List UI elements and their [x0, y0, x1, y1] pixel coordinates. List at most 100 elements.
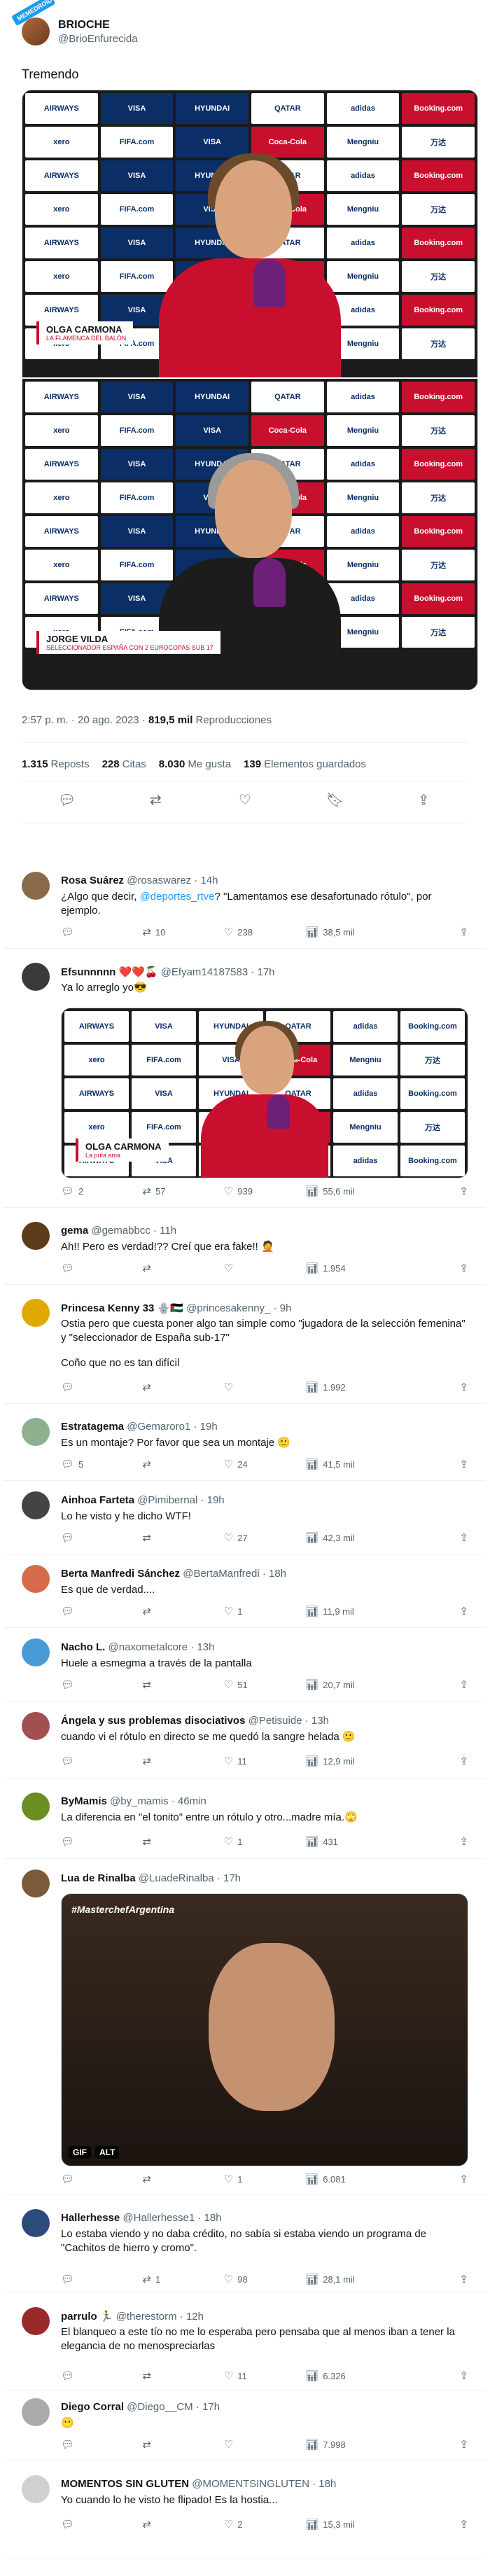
repost-button[interactable]: ⇄ — [142, 1678, 223, 1691]
reply-button[interactable]: 💬︎ — [61, 1531, 142, 1544]
repost-button[interactable]: ⇄ — [142, 1605, 223, 1617]
repost-button[interactable]: ⇄ — [142, 2173, 223, 2185]
views-button[interactable]: 📊︎ 20,7 mil — [305, 1678, 386, 1691]
like-button[interactable]: ♡ 2 — [224, 2518, 305, 2530]
avatar[interactable] — [22, 2475, 50, 2503]
saves-stat[interactable]: 139 Elementos guardados — [244, 758, 366, 770]
reply-tweet[interactable]: Ainhoa Farteta @Pimibernal · 19h Lo he vi… — [4, 1491, 486, 1554]
avatar[interactable] — [22, 1792, 50, 1820]
share-icon[interactable]: ⇪ — [459, 1262, 468, 1274]
avatar[interactable] — [22, 1222, 50, 1250]
reply-author-name[interactable]: Lua de Rinalba — [61, 1872, 136, 1884]
reply-author-handle[interactable]: @rosaswarez · 14h — [124, 875, 218, 886]
media-image-1[interactable]: AIRWAYS VISA HYUNDAI QATAR adidas Booking.com… — [22, 90, 477, 377]
share-icon[interactable]: ⇪ — [415, 791, 432, 809]
reply-button[interactable]: 💬︎ — [61, 1835, 142, 1848]
views-button[interactable]: 📊︎ 15,3 mil — [305, 2518, 386, 2530]
reply-author-name[interactable]: parrulo 🏃‍♂️ — [61, 2311, 113, 2323]
reply-author-name[interactable]: Rosa Suárez — [61, 875, 124, 886]
reply-author-name[interactable]: Berta Manfredi Sánchez — [61, 1568, 180, 1580]
likes-stat[interactable]: 8.030 Me gusta — [159, 758, 231, 770]
reply-tweet[interactable]: MOMENTOS SIN GLUTEN @MOMENTSINGLUTEN · 1… — [4, 2475, 486, 2559]
repost-button[interactable]: ⇄ 57 — [142, 1185, 223, 1197]
avatar[interactable] — [22, 963, 50, 991]
share-icon[interactable]: ⇪ — [459, 1458, 468, 1470]
like-icon[interactable]: ♡ — [237, 791, 253, 809]
media-image-2[interactable]: AIRWAYS VISA HYUNDAI QATAR adidas Booking.com… — [22, 379, 477, 690]
tweet-date[interactable]: 20 ago. 2023 — [78, 714, 139, 726]
avatar[interactable] — [22, 2398, 50, 2426]
avatar[interactable] — [22, 1870, 50, 1898]
like-button[interactable]: ♡ 1 — [224, 1835, 305, 1848]
views-button[interactable]: 📊︎ 6.081 — [305, 2173, 386, 2185]
reply-button[interactable]: 💬︎ 5 — [61, 1458, 142, 1470]
reply-author-handle[interactable]: @Efyam14187583 · 17h — [158, 966, 275, 978]
repost-button[interactable]: ⇄ — [142, 2518, 223, 2530]
author-name[interactable]: BRIOCHE — [58, 19, 138, 32]
reply-tweet[interactable]: Diego Corral @Diego__CM · 17h 😶 💬︎ ⇄ ♡ 📊︎ 7.99… — [4, 2398, 486, 2461]
reply-tweet[interactable]: Lua de Rinalba @LuadeRinalba · 17h #Maste… — [4, 1870, 486, 2195]
share-icon[interactable]: ⇪ — [459, 2273, 468, 2285]
share-icon[interactable]: ⇪ — [459, 1185, 468, 1197]
reply-author-handle[interactable]: @Hallerhesse1 · 18h — [120, 2212, 221, 2224]
like-button[interactable]: ♡ 27 — [224, 1531, 305, 1544]
avatar[interactable] — [22, 1299, 50, 1327]
author-handle[interactable]: @BrioEnfurecida — [58, 33, 138, 45]
reply-tweet[interactable]: parrulo 🏃‍♂️ @therestorm · 12h El blanque… — [4, 2307, 486, 2391]
reply-gif[interactable]: #MasterchefArgentina GIF ALT — [61, 1893, 468, 2166]
like-button[interactable]: ♡ 51 — [224, 1678, 305, 1691]
share-icon[interactable]: ⇪ — [459, 2518, 468, 2530]
reply-button[interactable]: 💬︎ — [61, 2518, 142, 2530]
reply-author-name[interactable]: Efsunnnnn ❤️❤️🍒 — [61, 966, 158, 978]
reply-tweet[interactable]: Efsunnnnn ❤️❤️🍒 @Efyam14187583 · 17h Ya l… — [4, 963, 486, 1208]
share-icon[interactable]: ⇪ — [459, 2438, 468, 2451]
like-button[interactable]: ♡ 98 — [224, 2273, 305, 2285]
share-icon[interactable]: ⇪ — [459, 1531, 468, 1544]
reply-button[interactable]: 💬︎ — [61, 1605, 142, 1617]
reply-author-handle[interactable]: @MOMENTSINGLUTEN · 18h — [189, 2478, 336, 2490]
reply-button[interactable]: 💬︎ — [61, 1262, 142, 1274]
reply-icon[interactable]: 💬︎ — [58, 791, 76, 809]
like-button[interactable]: ♡ 238 — [224, 926, 305, 938]
like-button[interactable]: ♡ 1 — [224, 2173, 305, 2185]
avatar[interactable] — [22, 18, 50, 46]
reply-author-handle[interactable]: @Diego__CM · 17h — [124, 2401, 220, 2413]
repost-button[interactable]: ⇄ — [142, 1531, 223, 1544]
reply-tweet[interactable]: ByMamis @by_mamis · 46min La diferencia e… — [4, 1792, 486, 1859]
reply-author-name[interactable]: gema — [61, 1225, 88, 1237]
repost-button[interactable]: ⇄ — [142, 1835, 223, 1848]
avatar[interactable] — [22, 2209, 50, 2237]
views-button[interactable]: 📊︎ 28,1 mil — [305, 2273, 386, 2285]
reply-tweet[interactable]: Ángela y sus problemas disociativos @Pet… — [4, 1712, 486, 1778]
reply-author-handle[interactable]: @Pimibernal · 19h — [134, 1494, 224, 1506]
reply-tweet[interactable]: gema @gemabbcc · 11h Ah!! Pero es verdad!… — [4, 1222, 486, 1285]
views-button[interactable]: 📊︎ 38,5 mil — [305, 926, 386, 938]
reply-author-handle[interactable]: @LuadeRinalba · 17h — [136, 1872, 241, 1884]
reply-author-handle[interactable]: @gemabbcc · 11h — [88, 1225, 176, 1237]
reply-author-name[interactable]: Diego Corral — [61, 2401, 124, 2413]
reply-author-handle[interactable]: @BertaManfredi · 18h — [180, 1568, 286, 1580]
reply-author-name[interactable]: ByMamis — [61, 1795, 107, 1807]
like-button[interactable]: ♡ — [224, 1381, 305, 1393]
views-button[interactable]: 📊︎ 11,9 mil — [305, 1605, 386, 1617]
avatar[interactable] — [22, 1491, 50, 1519]
avatar[interactable] — [22, 1565, 50, 1593]
mention-link[interactable]: @deportes_rtve — [140, 891, 215, 903]
repost-button[interactable]: ⇄ — [142, 1262, 223, 1274]
repost-button[interactable]: ⇄ — [142, 2369, 223, 2382]
views-button[interactable]: 📊︎ 6.326 — [305, 2369, 386, 2382]
views-button[interactable]: 📊︎ 55,6 mil — [305, 1185, 386, 1197]
views-button[interactable]: 📊︎ 12,9 mil — [305, 1755, 386, 1767]
reply-tweet[interactable]: Berta Manfredi Sánchez @BertaManfredi · … — [4, 1565, 486, 1628]
tweet-author[interactable]: BRIOCHE @BrioEnfurecida — [22, 18, 138, 46]
quotes-stat[interactable]: 228 Citas — [102, 758, 146, 770]
repost-button[interactable]: ⇄ — [142, 1381, 223, 1393]
share-icon[interactable]: ⇪ — [459, 1381, 468, 1393]
reply-author-name[interactable]: Ainhoa Farteta — [61, 1494, 134, 1506]
reposts-stat[interactable]: 1.315 Reposts — [22, 758, 90, 770]
repost-button[interactable]: ⇄ 1 — [142, 2273, 223, 2285]
reply-author-handle[interactable]: @Petisuide · 13h — [245, 1715, 329, 1727]
reply-author-handle[interactable]: @princesakenny_ · 9h — [183, 1302, 291, 1314]
tweet-time[interactable]: 2:57 p. m. — [22, 714, 69, 726]
like-button[interactable]: ♡ 1 — [224, 1605, 305, 1617]
